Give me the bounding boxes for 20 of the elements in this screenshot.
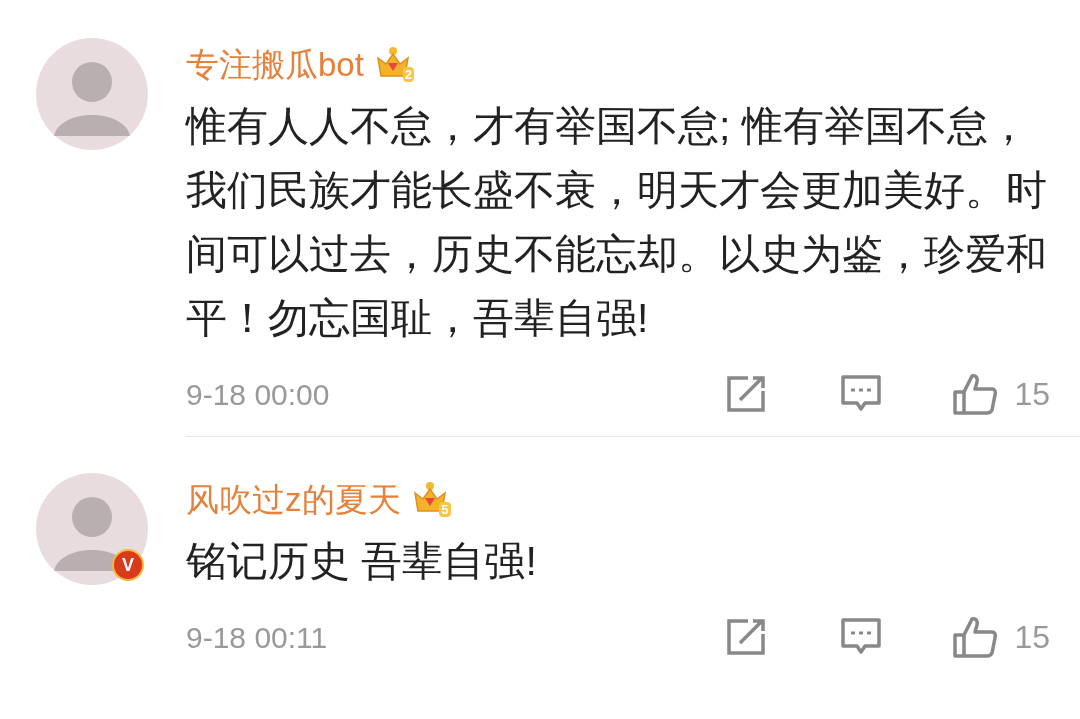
- level-number: 5: [439, 502, 451, 517]
- share-icon[interactable]: [726, 375, 767, 413]
- comment-time: 9-18 00:00: [186, 376, 330, 413]
- comment-time: 9-18 00:11: [186, 619, 328, 656]
- thumbs-up-icon: [952, 372, 999, 416]
- user-name[interactable]: 专注搬瓜bot: [186, 47, 364, 81]
- comment-text: 铭记历史 吾辈自强!: [186, 537, 538, 586]
- avatar[interactable]: [36, 473, 148, 585]
- comment-text: 惟有人人不怠，才有举国不怠; 惟有举国不怠，我们民族才能长盛不衰，明天才会更加美好。时间可以过去，历史不能忘却。以史为鉴，珍爱和平！勿忘国耻，吾辈自强!: [186, 102, 1048, 343]
- share-icon[interactable]: [726, 618, 767, 656]
- level-number: 2: [402, 67, 414, 82]
- crown-icon: [412, 481, 447, 513]
- comment-icon[interactable]: [840, 374, 883, 414]
- avatar[interactable]: [36, 38, 148, 150]
- user-name[interactable]: 风吹过z的夏天: [186, 482, 401, 516]
- like-button[interactable]: 15: [952, 613, 1050, 661]
- crown-icon: [375, 46, 410, 78]
- like-button[interactable]: 15: [952, 370, 1050, 418]
- thumbs-up-icon: [952, 615, 999, 659]
- comment-icon[interactable]: [840, 617, 883, 657]
